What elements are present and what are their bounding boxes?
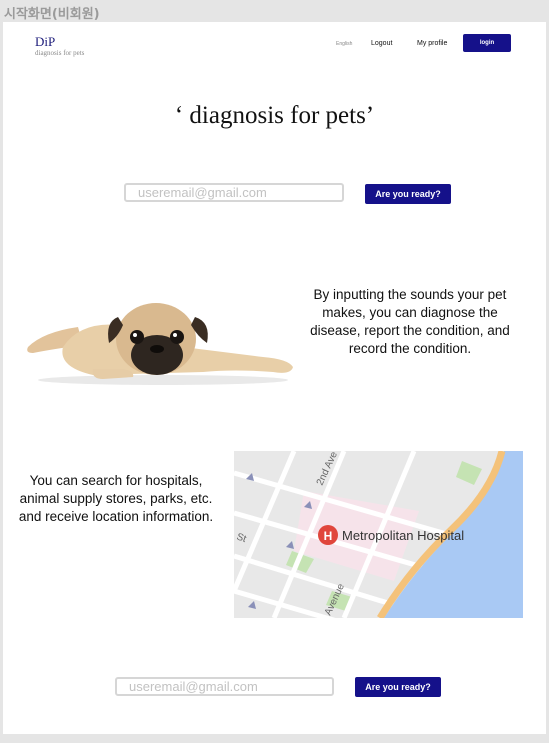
logo[interactable]: DiP diagnosis for pets <box>35 34 85 58</box>
hero-email-input[interactable] <box>124 183 344 202</box>
frame-label: 시작화면(비회원) <box>4 7 100 22</box>
footer-ready-button[interactable]: Are you ready? <box>355 677 441 697</box>
location-map[interactable]: H Metropolitan Hospital 2nd Ave St Avenu… <box>234 451 523 618</box>
hospital-pin-letter: H <box>324 529 333 543</box>
logout-link[interactable]: Logout <box>371 40 392 47</box>
landing-page: DiP diagnosis for pets English Logout My… <box>3 22 546 734</box>
logo-subtitle: diagnosis for pets <box>35 49 85 57</box>
sound-feature-text: By inputting the sounds your pet makes, … <box>310 287 510 356</box>
hospital-label[interactable]: Metropolitan Hospital <box>342 528 464 543</box>
hero-title: ‘ diagnosis for pets’ <box>174 102 375 129</box>
language-link[interactable]: English <box>336 41 352 47</box>
map-feature-text: You can search for hospitals, animal sup… <box>18 473 214 524</box>
my-profile-link[interactable]: My profile <box>417 40 447 47</box>
pug-dog-image <box>27 303 293 385</box>
hero-ready-button[interactable]: Are you ready? <box>365 184 451 204</box>
logo-title: DiP <box>35 34 56 49</box>
footer-email-input[interactable] <box>115 677 334 696</box>
login-button[interactable]: login <box>463 34 511 52</box>
